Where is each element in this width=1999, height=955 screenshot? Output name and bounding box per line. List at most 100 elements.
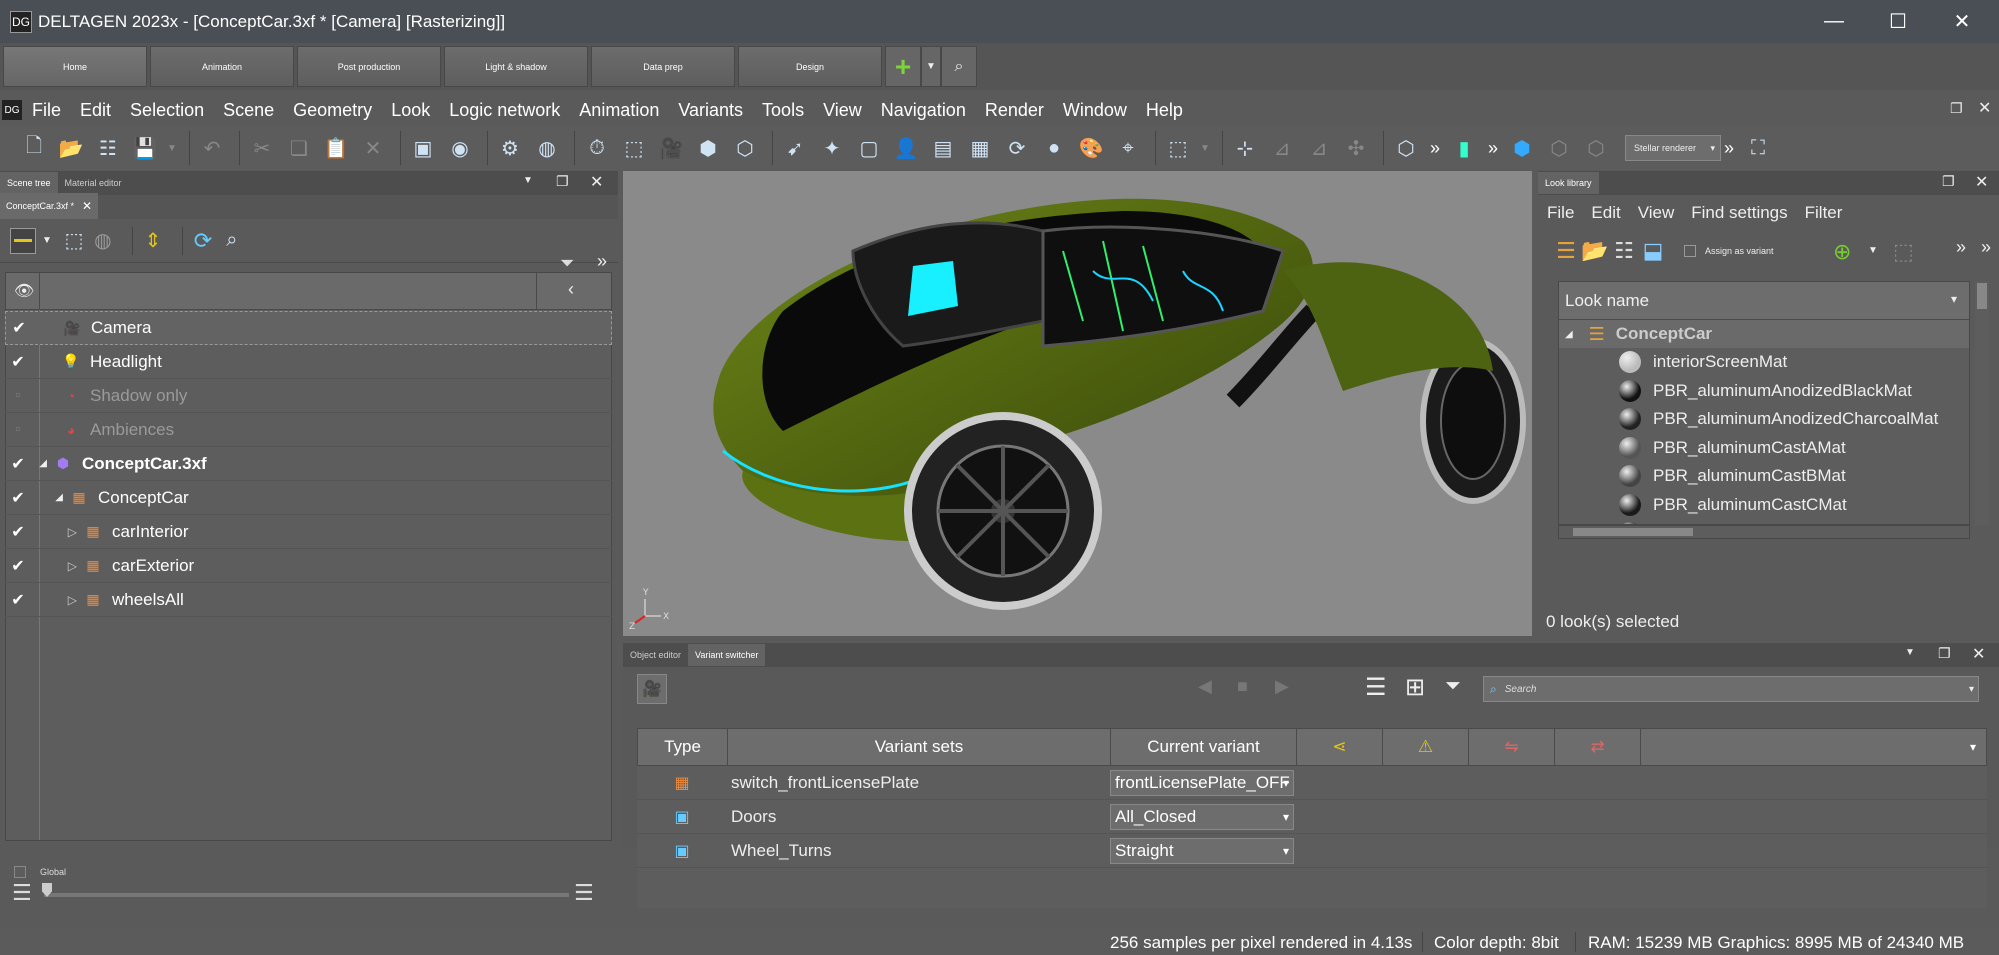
visibility-check[interactable]: ✔ — [5, 522, 31, 542]
pick-look-icon[interactable]: ⬚ — [1893, 239, 1914, 265]
menu-render[interactable]: Render — [985, 100, 1044, 121]
assign-variant-checkbox[interactable] — [1684, 245, 1696, 257]
next-icon[interactable]: ▶ — [1275, 676, 1289, 697]
filter-icon[interactable]: ⏷ — [560, 253, 574, 274]
assign-look-icon[interactable]: ⊕ — [1833, 239, 1851, 265]
menu-tools[interactable]: Tools — [762, 100, 804, 121]
target-icon[interactable]: ⌖ — [1112, 131, 1144, 165]
menu-geometry[interactable]: Geometry — [293, 100, 372, 121]
menu-navigation[interactable]: Navigation — [881, 100, 966, 121]
grid-icon[interactable]: ▦ — [964, 131, 996, 165]
collapse-icon[interactable]: ⇕ — [143, 230, 163, 252]
menu-view[interactable]: View — [823, 100, 862, 121]
palette-icon[interactable]: 🎨 — [1075, 131, 1107, 165]
ribbon-tab-data-prep[interactable]: Data prep — [591, 46, 735, 87]
menu-look[interactable]: Look — [391, 100, 430, 121]
more-icon[interactable]: » — [1427, 131, 1443, 165]
box-icon[interactable]: ⬡ — [1390, 131, 1422, 165]
isolate-icon[interactable]: ◍ — [93, 230, 113, 252]
expand-icon[interactable]: ◢ — [1565, 329, 1573, 340]
look-item[interactable]: PBR_aluminumAnodizedBlackMat — [1559, 377, 1969, 406]
tree-row-ambiences[interactable]: ▫ ◕ Ambiences — [5, 413, 612, 447]
eye-icon[interactable]: 👁 — [14, 281, 34, 301]
maximize-icon[interactable]: ☐ — [1868, 0, 1928, 43]
grid-view-icon[interactable]: ⊞ — [1405, 673, 1425, 702]
axis-icon[interactable]: ⊹ — [1229, 131, 1261, 165]
variant-row[interactable]: ▦ switch_frontLicensePlate frontLicenseP… — [637, 766, 1987, 800]
settings-icon[interactable]: ⚙ — [494, 131, 526, 165]
save-dropdown-icon[interactable]: ▼ — [166, 131, 178, 165]
marquee-icon[interactable]: ⬚ — [1162, 131, 1194, 165]
new-file-icon[interactable]: 🗋 — [18, 131, 50, 165]
group-icon[interactable]: ▤ — [927, 131, 959, 165]
ribbon-tab-light-shadow[interactable]: Light & shadow — [444, 46, 588, 87]
layer-icon[interactable] — [10, 227, 36, 254]
open-file-icon[interactable]: 📂 — [55, 131, 87, 165]
look-item[interactable]: PBR_aluminumCastCMat — [1559, 491, 1969, 520]
chevron-down-icon[interactable]: ▾ — [1641, 729, 1986, 765]
tree-row-carexterior[interactable]: ✔ ▷ ▦ carExterior — [5, 549, 612, 583]
cubes-icon[interactable]: ⬡ — [729, 131, 761, 165]
select-all-icon[interactable]: ⬚ — [64, 230, 84, 252]
ribbon-tab-home[interactable]: Home — [3, 46, 147, 87]
close-icon[interactable]: ✕ — [1932, 0, 1992, 43]
camera-icon[interactable]: 🎥 — [655, 131, 687, 165]
layout-icon[interactable]: ⛶ — [1742, 131, 1774, 165]
ribbon-tab-animation[interactable]: Animation — [150, 46, 294, 87]
person-icon[interactable]: 👤 — [890, 131, 922, 165]
chevron-down-icon[interactable]: ▼ — [1868, 245, 1878, 256]
current-variant-select[interactable]: Straight — [1110, 837, 1294, 864]
search-icon[interactable]: ⌕ — [941, 46, 977, 87]
cube-icon[interactable]: ⬢ — [692, 131, 724, 165]
eye-icon[interactable]: ◉ — [444, 131, 476, 165]
close-panel-icon[interactable]: ✕ — [1972, 644, 1985, 664]
ribbon-tab-design[interactable]: Design — [738, 46, 882, 87]
visibility-check[interactable]: ▫ — [5, 387, 31, 405]
axis-y-icon[interactable]: ⊿ — [1303, 131, 1335, 165]
minimize-icon[interactable]: — — [1804, 0, 1864, 43]
restore-icon[interactable]: ❐ — [556, 173, 569, 190]
close-icon[interactable]: ✕ — [82, 199, 92, 213]
look-item[interactable]: interiorScreenMat — [1559, 348, 1969, 377]
more-icon[interactable]: » — [1956, 237, 1966, 258]
menu-window[interactable]: Window — [1063, 100, 1127, 121]
look-item[interactable]: PBR_aluminumCastAMat — [1559, 434, 1969, 463]
select-box-icon[interactable]: ▢ — [853, 131, 885, 165]
tree-row-wheelsall[interactable]: ✔ ▷ ▦ wheelsAll — [5, 583, 612, 617]
tree-row-headlight[interactable]: ✔ 💡 Headlight — [5, 345, 612, 379]
globe-icon[interactable]: ◍ — [531, 131, 563, 165]
look-group-row[interactable]: ◢ ☰ ConceptCar — [1559, 320, 1969, 348]
refresh-icon[interactable]: ⟳ — [1001, 131, 1033, 165]
menu-file[interactable]: File — [32, 100, 61, 121]
library-icon[interactable]: ☰ — [1556, 238, 1576, 263]
tree-row-shadow-only[interactable]: ▫ ◔ Shadow only — [5, 379, 612, 413]
visibility-check[interactable]: ▫ — [5, 421, 31, 439]
look-scrollbar[interactable] — [1975, 281, 1989, 525]
current-variant-select[interactable]: frontLicensePlate_OFF — [1110, 769, 1294, 796]
expand-icon[interactable]: ▷ — [31, 559, 83, 573]
tree-row-conceptcar[interactable]: ✔ ◢ ▦ ConceptCar — [5, 481, 612, 515]
paste-icon[interactable]: 📋 — [320, 131, 352, 165]
doc-tab[interactable]: ConceptCar.3xf * ✕ — [0, 193, 99, 219]
select-icon[interactable]: ➹ — [779, 131, 811, 165]
variant-search[interactable]: ⌕ Search ▾ — [1483, 676, 1979, 702]
save-look-icon[interactable]: ⬓ — [1643, 238, 1664, 263]
axis-x-icon[interactable]: ⊿ — [1266, 131, 1298, 165]
merge-icon[interactable]: ☷ — [1614, 238, 1634, 263]
visibility-check[interactable]: ✔ — [6, 318, 32, 338]
list-view-icon[interactable]: ☰ — [1365, 673, 1387, 702]
level-slider-track[interactable] — [44, 893, 569, 897]
current-variant-select[interactable]: All_Closed — [1110, 803, 1294, 830]
tree-row-carinterior[interactable]: ✔ ▷ ▦ carInterior — [5, 515, 612, 549]
chevron-down-icon[interactable]: ▼ — [921, 46, 941, 87]
menu-edit[interactable]: Edit — [80, 100, 111, 121]
add-tab-icon[interactable]: + — [885, 46, 921, 87]
cylinder-icon[interactable]: ▮ — [1448, 131, 1480, 165]
open-folder-icon[interactable]: 📂 — [1581, 238, 1608, 263]
tree-row-camera[interactable]: ✔ 🎥 Camera — [5, 311, 612, 345]
expand-icon[interactable]: ▷ — [31, 525, 83, 539]
chevron-down-icon[interactable]: ▼ — [42, 235, 52, 246]
wire-icon[interactable]: ⬡ — [1543, 131, 1575, 165]
undo-icon[interactable]: ↶ — [196, 131, 228, 165]
visibility-check[interactable]: ✔ — [5, 590, 31, 610]
